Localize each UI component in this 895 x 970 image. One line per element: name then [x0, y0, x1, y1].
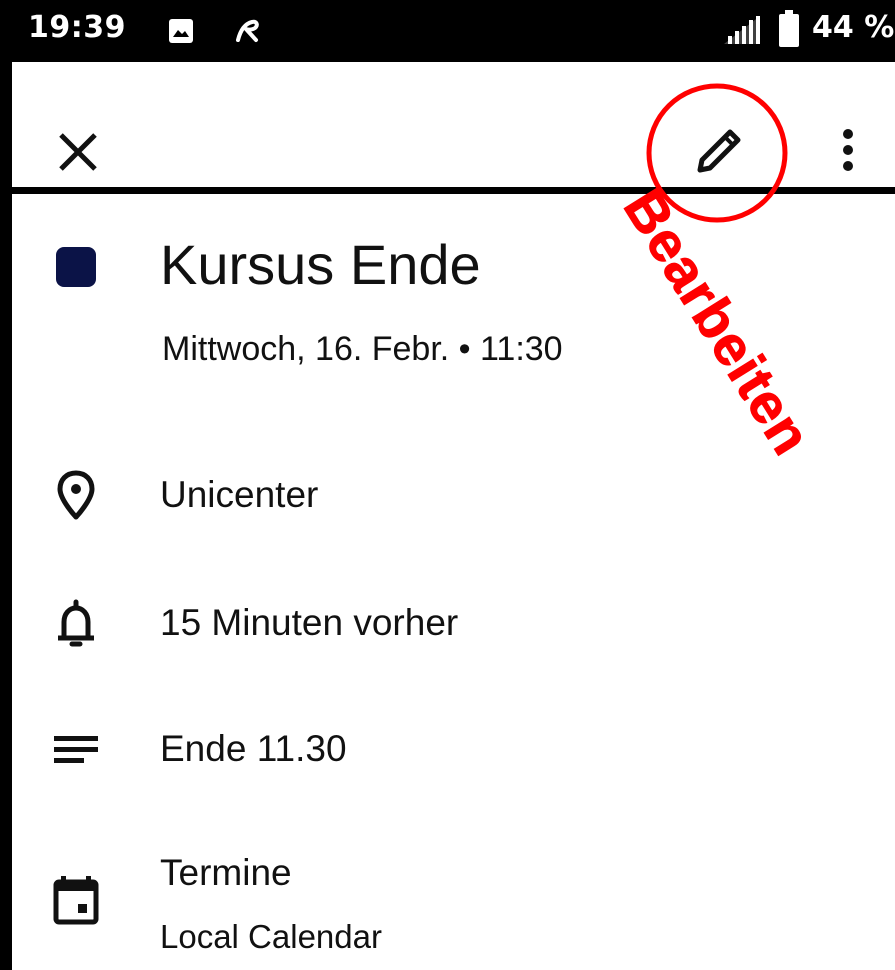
event-description: Ende 11.30 [160, 728, 347, 769]
edit-pencil-icon [697, 129, 741, 173]
close-button[interactable] [48, 122, 108, 182]
annotation-label: Bearbeiten [611, 178, 825, 466]
event-calendar-account: Local Calendar [160, 918, 382, 955]
event-location[interactable]: Unicenter [160, 474, 318, 516]
edit-button[interactable] [688, 120, 750, 182]
event-color-indicator [56, 247, 96, 287]
status-time: 19:39 [28, 10, 126, 45]
calendar-icon [53, 876, 99, 925]
battery-icon [779, 10, 799, 47]
status-bar: 19:39 44 % [0, 0, 895, 62]
event-detail-toolbar [12, 62, 895, 190]
close-icon [59, 133, 97, 171]
event-calendar-name: Termine [160, 852, 292, 893]
toolbar-divider [12, 187, 895, 194]
event-datetime: Mittwoch, 16. Febr. • 11:30 [162, 330, 563, 368]
event-title: Kursus Ende [160, 233, 481, 296]
notification-bell-icon [58, 599, 94, 647]
app-notification-icon [236, 19, 259, 42]
battery-percentage: 44 % [812, 10, 895, 45]
more-vert-icon [843, 129, 853, 171]
description-lines-icon [54, 736, 98, 763]
location-pin-icon [57, 470, 95, 520]
signal-icon [724, 16, 760, 44]
event-reminder: 15 Minuten vorher [160, 602, 459, 643]
image-icon [169, 19, 193, 43]
more-options-button[interactable] [826, 120, 870, 182]
screen-frame-edge [0, 0, 12, 970]
